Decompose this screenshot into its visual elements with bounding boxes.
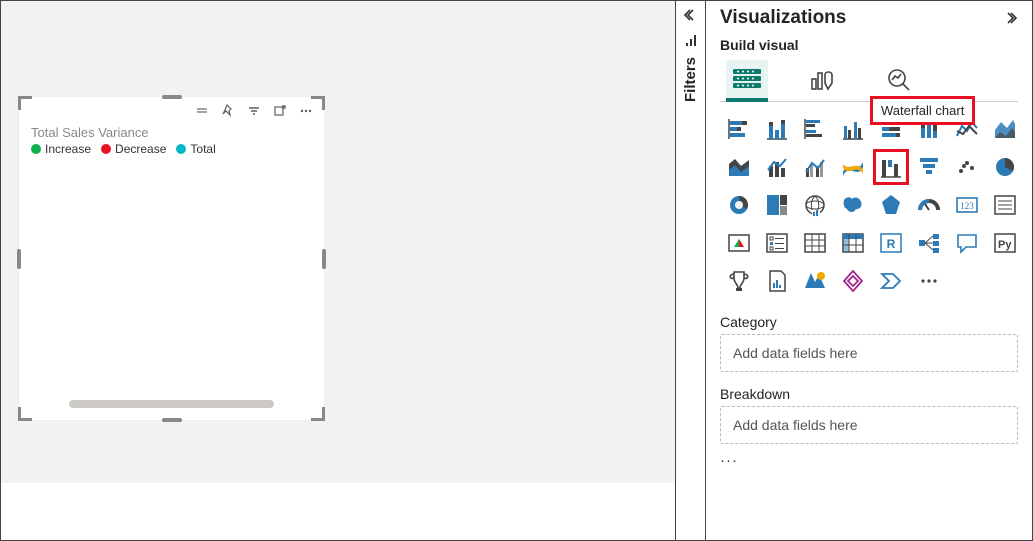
slicer-icon[interactable]: [760, 226, 794, 260]
legend-increase-label: Increase: [45, 142, 91, 156]
card-icon[interactable]: 123: [950, 188, 984, 222]
get-more-visuals-icon[interactable]: [912, 264, 946, 298]
report-canvas[interactable]: Total Sales Variance Increase Decrease T…: [1, 1, 675, 540]
table-icon[interactable]: [798, 226, 832, 260]
legend-total-dot: [176, 144, 186, 154]
area-chart-icon[interactable]: [988, 112, 1022, 146]
resize-handle-top[interactable]: [162, 95, 182, 99]
tab-analytics[interactable]: [878, 59, 920, 101]
waterfall-chart-icon[interactable]: [874, 150, 908, 184]
power-apps-icon[interactable]: [836, 264, 870, 298]
gauge-icon[interactable]: [912, 188, 946, 222]
multi-row-card-icon[interactable]: [988, 188, 1022, 222]
visual-header: [19, 97, 324, 121]
stacked-bar-chart-icon[interactable]: [722, 112, 756, 146]
legend-decrease-dot: [101, 144, 111, 154]
line-and-clustered-column-chart-icon[interactable]: [798, 150, 832, 184]
build-visual-icon: [732, 65, 762, 93]
tab-build[interactable]: [726, 60, 768, 102]
field-well-breakdown[interactable]: Add data fields here: [720, 406, 1018, 444]
more-fields-indicator: ···: [720, 452, 1018, 469]
filters-icon: [684, 33, 698, 47]
decomposition-tree-icon[interactable]: [912, 226, 946, 260]
legend-decrease-label: Decrease: [115, 142, 166, 156]
key-influencers-icon[interactable]: [722, 264, 756, 298]
filters-label: Filters: [682, 57, 699, 102]
clustered-bar-chart-icon[interactable]: [798, 112, 832, 146]
resize-handle-br[interactable]: [311, 407, 325, 421]
tab-format[interactable]: [802, 59, 844, 101]
visual-title: Total Sales Variance: [19, 121, 324, 142]
map-icon[interactable]: [798, 188, 832, 222]
donut-chart-icon[interactable]: [722, 188, 756, 222]
resize-handle-tl[interactable]: [18, 96, 32, 110]
grip-icon[interactable]: [194, 103, 210, 119]
resize-handle-tr[interactable]: [311, 96, 325, 110]
q-and-a-icon[interactable]: [950, 226, 984, 260]
visual-scrollbar[interactable]: [69, 400, 274, 408]
r-script-visual-icon[interactable]: R: [874, 226, 908, 260]
collapse-icon[interactable]: [683, 7, 699, 23]
resize-handle-left[interactable]: [17, 249, 21, 269]
legend-increase-dot: [31, 144, 41, 154]
svg-text:Py: Py: [998, 239, 1012, 251]
build-visual-label: Build visual: [720, 37, 1018, 53]
visual-placeholder[interactable]: Total Sales Variance Increase Decrease T…: [18, 96, 325, 421]
stacked-area-chart-icon[interactable]: [722, 150, 756, 184]
legend-total-label: Total: [190, 142, 215, 156]
visualizations-title: Visualizations: [720, 7, 846, 29]
svg-text:R: R: [887, 237, 896, 251]
stacked-column-chart-icon[interactable]: [760, 112, 794, 146]
field-well-label-category: Category: [720, 314, 1018, 330]
resize-handle-bl[interactable]: [18, 407, 32, 421]
svg-text:123: 123: [960, 201, 974, 211]
scatter-chart-icon[interactable]: [950, 150, 984, 184]
arcgis-maps-icon[interactable]: [798, 264, 832, 298]
format-visual-icon: [808, 65, 838, 95]
visual-legend: Increase Decrease Total: [19, 142, 324, 156]
python-visual-icon[interactable]: Py: [988, 226, 1022, 260]
focus-mode-icon[interactable]: [272, 103, 288, 119]
field-well-category[interactable]: Add data fields here: [720, 334, 1018, 372]
power-automate-icon[interactable]: [874, 264, 908, 298]
shape-map-icon[interactable]: [874, 188, 908, 222]
matrix-icon[interactable]: [836, 226, 870, 260]
funnel-chart-icon[interactable]: [912, 150, 946, 184]
pie-chart-icon[interactable]: [988, 150, 1022, 184]
ribbon-chart-icon[interactable]: [836, 150, 870, 184]
clustered-column-chart-icon[interactable]: [836, 112, 870, 146]
analytics-icon: [884, 65, 914, 95]
treemap-icon[interactable]: [760, 188, 794, 222]
field-well-label-breakdown: Breakdown: [720, 386, 1018, 402]
resize-handle-bottom[interactable]: [162, 418, 182, 422]
visual-gallery: Waterfall chart 123: [720, 102, 1018, 308]
visualizations-pane: Visualizations Build visual Waterfall ch…: [705, 1, 1032, 540]
filter-icon[interactable]: [246, 103, 262, 119]
resize-handle-right[interactable]: [322, 249, 326, 269]
expand-icon[interactable]: [1002, 10, 1018, 26]
paginated-report-icon[interactable]: [760, 264, 794, 298]
pin-icon[interactable]: [220, 103, 236, 119]
filled-map-icon[interactable]: [836, 188, 870, 222]
tooltip-waterfall: Waterfall chart: [870, 96, 975, 125]
line-and-stacked-column-chart-icon[interactable]: [760, 150, 794, 184]
kpi-icon[interactable]: [722, 226, 756, 260]
filters-pane-collapsed[interactable]: Filters: [675, 1, 705, 540]
